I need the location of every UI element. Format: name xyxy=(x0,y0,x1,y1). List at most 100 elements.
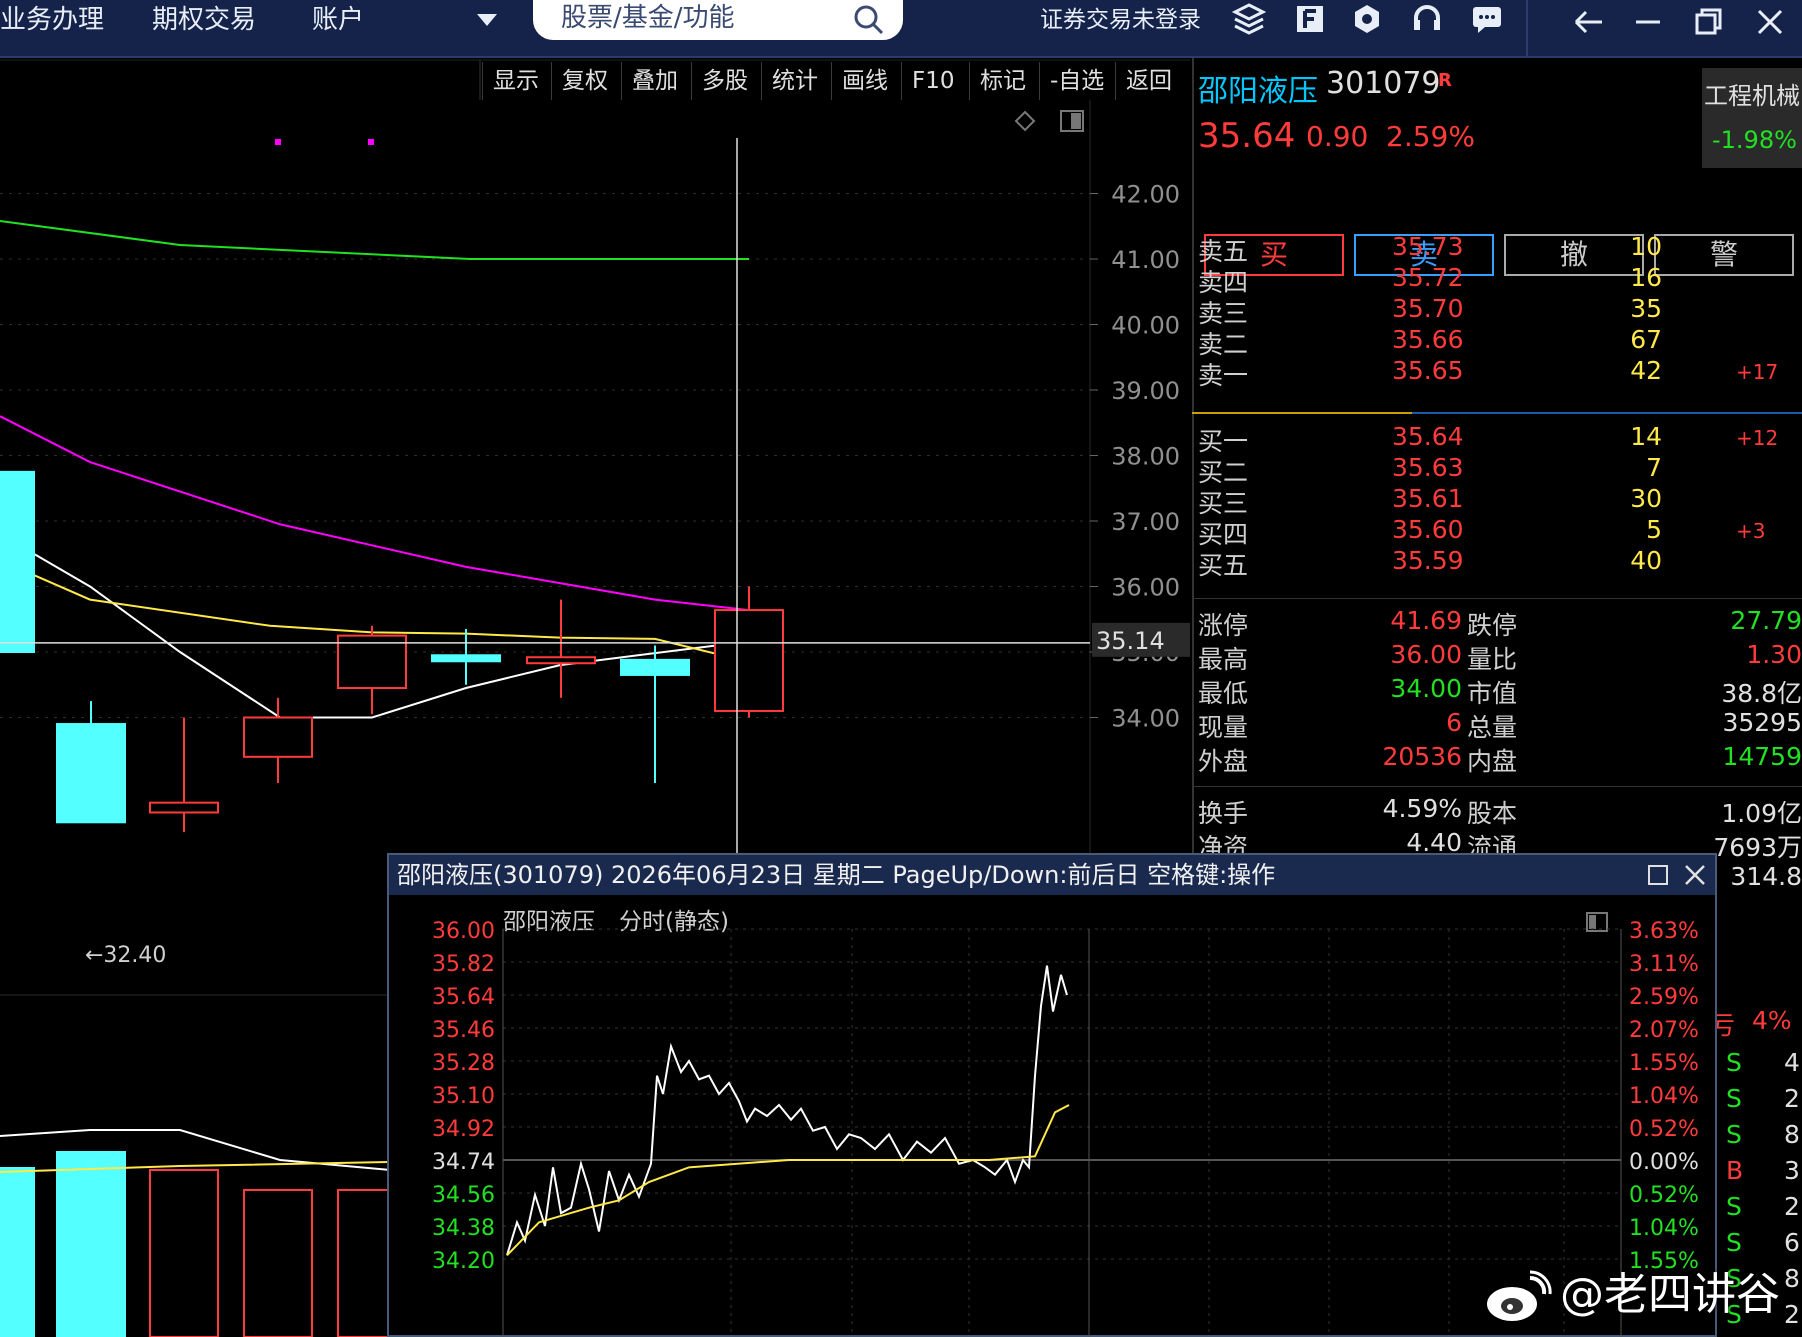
menu-options-trading[interactable]: 期权交易 xyxy=(152,0,256,42)
price-change-pct: 2.59% xyxy=(1386,120,1475,153)
book-divider-right xyxy=(1412,412,1802,414)
intraday-grid xyxy=(502,928,1622,1337)
volume-bar xyxy=(149,1169,219,1337)
intraday-axes: 36.00 3.63% 35.82 3.11% 35.64 2.59% 35.46 2.07%… xyxy=(432,919,1699,1274)
book-change: +12 xyxy=(1736,426,1779,450)
intraday-pct-label: 0.52% xyxy=(1629,1117,1699,1142)
book-volume: 7 xyxy=(1646,453,1662,482)
stat-value: 1.30 xyxy=(1746,640,1802,669)
tick-side: S xyxy=(1726,1084,1742,1113)
intraday-pct-label: 3.63% xyxy=(1629,919,1699,944)
stat-label: 现量 xyxy=(1198,713,1249,742)
popup-close-icon[interactable] xyxy=(1683,863,1707,887)
candle-body xyxy=(431,654,501,663)
headset-icon[interactable] xyxy=(1410,2,1444,36)
intraday-price-label: 35.64 xyxy=(432,985,495,1010)
book-price: 35.72 xyxy=(1392,263,1464,292)
stat-value: 35295 xyxy=(1722,708,1802,737)
axis-label: 40.00 xyxy=(1111,312,1180,340)
book-volume: 10 xyxy=(1630,232,1662,261)
intraday-price-label: 35.10 xyxy=(432,1084,495,1109)
axis-label: 41.00 xyxy=(1111,246,1180,274)
chat-icon[interactable] xyxy=(1470,2,1504,36)
book-price: 35.59 xyxy=(1392,546,1464,575)
stat-value: 38.8亿 xyxy=(1721,679,1802,708)
panel-toggle-icon[interactable] xyxy=(1586,912,1608,932)
book-change: +3 xyxy=(1736,519,1766,543)
book-volume: 40 xyxy=(1630,546,1662,575)
alert-button[interactable]: 警 xyxy=(1654,234,1794,276)
stat-label: 市值 xyxy=(1467,679,1518,708)
book-volume: 30 xyxy=(1630,484,1662,513)
stock-name[interactable]: 邵阳液压 xyxy=(1198,66,1318,110)
candle-body xyxy=(56,723,126,824)
menu-business[interactable]: 业务办理 xyxy=(0,0,104,42)
stat-label: 最低 xyxy=(1198,679,1249,708)
stats-divider xyxy=(1192,598,1802,599)
book-price: 35.60 xyxy=(1392,515,1464,544)
tick-volume: 4 xyxy=(1784,1048,1800,1077)
stat-value: 4.59% xyxy=(1382,794,1462,823)
book-volume: 35 xyxy=(1630,294,1662,323)
intraday-popup: 邵阳液压(301079) 2026年06月23日 星期二 PageUp/Down… xyxy=(387,853,1717,1337)
r-badge: R xyxy=(1438,70,1452,91)
sector-box[interactable]: 工程机械 -1.98% xyxy=(1702,68,1802,168)
intraday-price-label: 36.00 xyxy=(432,919,495,944)
close-icon[interactable] xyxy=(1752,4,1788,40)
stock-code: 301079 xyxy=(1326,66,1441,101)
stat-label: 涨停 xyxy=(1198,611,1249,640)
book-price: 35.66 xyxy=(1392,325,1464,354)
panel-toggle-icon[interactable] xyxy=(1060,110,1084,132)
tick-volume: 2 xyxy=(1784,1192,1800,1221)
book-price: 35.73 xyxy=(1392,232,1464,261)
intraday-price-label: 35.82 xyxy=(432,952,495,977)
login-status[interactable]: 证券交易未登录 xyxy=(1040,0,1201,42)
book-volume: 67 xyxy=(1630,325,1662,354)
search-icon[interactable] xyxy=(851,2,887,38)
volume-bar xyxy=(56,1151,126,1337)
candle-body xyxy=(149,801,219,814)
ticks-header: 4% xyxy=(1752,1006,1792,1035)
sector-name: 工程机械 xyxy=(1704,82,1800,110)
stat-value: 20536 xyxy=(1382,742,1462,771)
stat-label: 外盘 xyxy=(1198,747,1249,776)
top-menu-bar: 业务办理 期权交易 账户 股票/基金/功能 证券交易未登录 xyxy=(0,0,1802,58)
axis-label: 42.00 xyxy=(1111,181,1180,209)
hexagon-icon[interactable] xyxy=(1350,2,1384,36)
stat-value: 27.79 xyxy=(1730,606,1802,635)
intraday-price-label: 34.92 xyxy=(432,1117,495,1142)
menu-account[interactable]: 账户 xyxy=(312,0,364,42)
search-input[interactable]: 股票/基金/功能 xyxy=(533,0,903,40)
intraday-price-label: 34.56 xyxy=(432,1183,495,1208)
back-arrow-icon[interactable] xyxy=(1570,4,1606,40)
intraday-price-label: 34.74 xyxy=(432,1150,495,1175)
minimize-icon[interactable] xyxy=(1630,4,1666,40)
price-change: 0.90 xyxy=(1306,120,1369,153)
restore-icon[interactable] xyxy=(1690,4,1726,40)
diamond-icon[interactable] xyxy=(1014,110,1036,132)
intraday-pct-label: 2.59% xyxy=(1629,985,1699,1010)
maximize-icon[interactable] xyxy=(1647,864,1669,886)
f-icon[interactable] xyxy=(1293,2,1327,36)
intraday-pct-label: 1.04% xyxy=(1629,1216,1699,1241)
tick-volume: 6 xyxy=(1784,1228,1800,1257)
stat-label: 总量 xyxy=(1467,713,1518,742)
intraday-price-line xyxy=(506,965,1068,1256)
tick-volume: 8 xyxy=(1784,1120,1800,1149)
stats2-divider xyxy=(1192,786,1802,787)
tick-side: S xyxy=(1726,1120,1742,1149)
layers-icon[interactable] xyxy=(1232,2,1266,36)
candle-body xyxy=(526,656,596,665)
chevron-down-icon[interactable] xyxy=(475,12,499,28)
axis-label: 34.00 xyxy=(1111,705,1180,733)
watermark-text: @老四讲谷 xyxy=(1560,1269,1780,1320)
book-price: 35.63 xyxy=(1392,453,1464,482)
intraday-pct-label: 3.11% xyxy=(1629,952,1699,977)
intraday-pct-label: 2.07% xyxy=(1629,1018,1699,1043)
stat-value: 14759 xyxy=(1722,742,1802,771)
stat-label: 股本 xyxy=(1467,799,1518,828)
volume-bar xyxy=(243,1189,313,1337)
stat-value: 6 xyxy=(1446,708,1462,737)
marker-dot xyxy=(275,139,281,145)
book-volume: 5 xyxy=(1646,515,1662,544)
